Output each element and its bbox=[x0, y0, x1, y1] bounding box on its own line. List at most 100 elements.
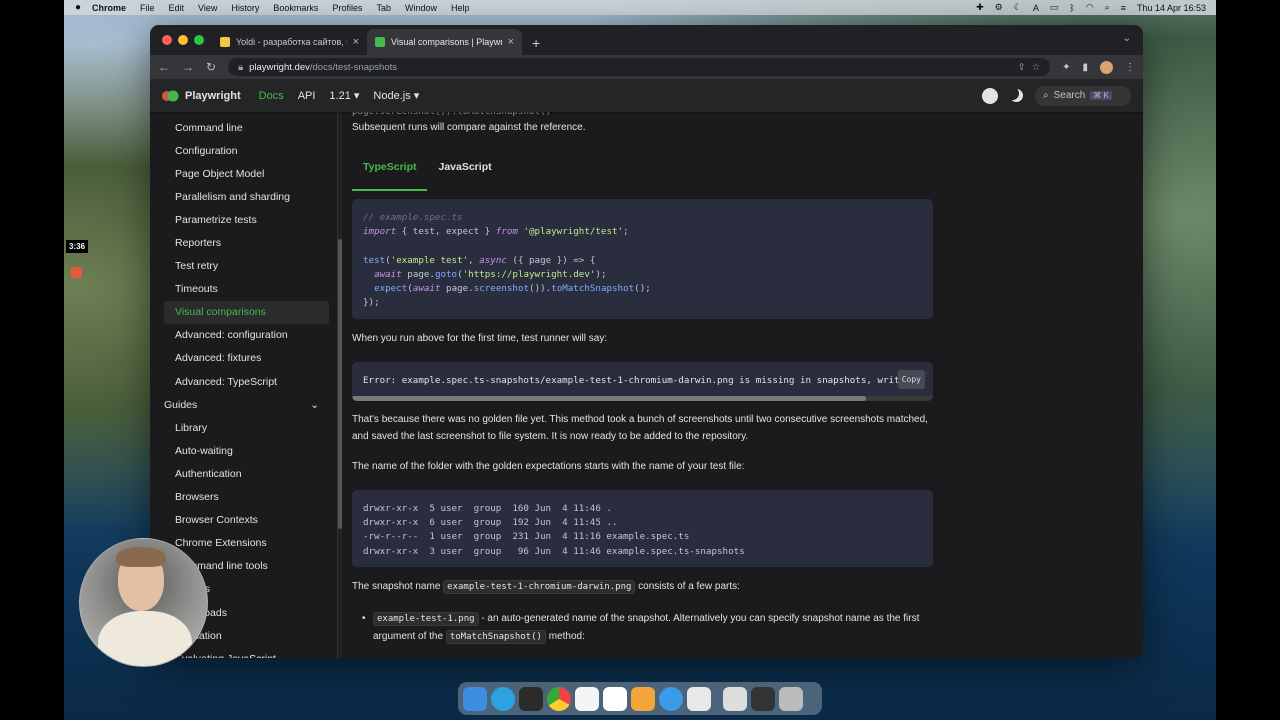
menubar-clock[interactable]: Thu 14 Apr 16:53 bbox=[1137, 3, 1206, 13]
sidebar-item[interactable]: Test retry bbox=[150, 255, 337, 278]
extension-icon[interactable]: ✚ bbox=[976, 2, 984, 13]
copy-button[interactable]: Copy bbox=[897, 370, 925, 389]
folder-name-paragraph: The name of the folder with the golden e… bbox=[352, 461, 745, 472]
version-dropdown[interactable]: 1.21 ▾ bbox=[329, 89, 359, 102]
dark-mode-toggle-icon[interactable] bbox=[1010, 89, 1023, 102]
sidebar-item-label: Browser Contexts bbox=[175, 514, 258, 527]
keyboard-layout-icon[interactable]: A bbox=[1033, 3, 1039, 13]
sidebar-item[interactable]: Advanced: configuration bbox=[150, 324, 337, 347]
directory-listing-code-block[interactable]: drwxr-xr-x 5 user group 160 Jun 4 11:46 … bbox=[352, 490, 933, 567]
documents-folder-icon[interactable] bbox=[723, 686, 747, 711]
sidebar-item[interactable]: Configuration bbox=[150, 139, 337, 162]
sidebar-item[interactable]: Auto-waiting bbox=[150, 439, 337, 462]
typescript-code-block[interactable]: // example.spec.ts import { test, expect … bbox=[352, 199, 933, 319]
sidebar-item[interactable]: Browser Contexts bbox=[150, 509, 337, 532]
share-icon[interactable]: ⇪ bbox=[1018, 62, 1026, 73]
sidebar-item[interactable]: Authentication bbox=[150, 462, 337, 485]
wifi-icon[interactable]: ◠ bbox=[1086, 2, 1094, 13]
new-tab-button[interactable]: + bbox=[532, 35, 540, 51]
notion-icon[interactable] bbox=[603, 686, 627, 711]
sidebar-item[interactable]: Timeouts bbox=[150, 278, 337, 301]
webstorm-icon[interactable] bbox=[519, 686, 543, 711]
back-arrow-icon[interactable]: ← bbox=[158, 60, 170, 74]
bookmark-star-icon[interactable]: ☆ bbox=[1032, 62, 1041, 73]
search-button[interactable]: ⌕ Search ⌘ K bbox=[1035, 85, 1131, 106]
menu-bookmarks[interactable]: Bookmarks bbox=[273, 3, 318, 13]
sidebar-item[interactable]: Parallelism and sharding bbox=[150, 185, 337, 208]
battery-icon[interactable]: ▭ bbox=[1050, 2, 1059, 13]
language-dropdown[interactable]: Node.js ▾ bbox=[373, 89, 419, 102]
menu-app-name[interactable]: Chrome bbox=[92, 3, 126, 13]
sidebar-item[interactable]: Browsers bbox=[150, 486, 337, 509]
browser-tab-playwright[interactable]: Visual comparisons | Playwrigh × bbox=[367, 29, 522, 55]
menu-window[interactable]: Window bbox=[405, 3, 437, 13]
close-tab-icon[interactable]: × bbox=[508, 36, 514, 48]
sidebar-item-label: Parametrize tests bbox=[175, 213, 257, 226]
sidebar-item[interactable]: Library bbox=[150, 416, 337, 439]
tab-javascript[interactable]: JavaScript bbox=[427, 150, 502, 191]
mac-dock bbox=[458, 682, 822, 715]
moon-icon[interactable]: ☾ bbox=[1014, 2, 1022, 13]
sidebar-category[interactable]: Guides ⌄ bbox=[150, 393, 337, 416]
github-icon[interactable] bbox=[982, 87, 998, 104]
sidebar-item[interactable]: Advanced: TypeScript bbox=[150, 370, 337, 393]
profile-avatar[interactable] bbox=[1100, 60, 1113, 74]
menu-history[interactable]: History bbox=[231, 3, 259, 13]
spotlight-search-icon[interactable]: ⌕ bbox=[1105, 2, 1110, 13]
control-center-icon[interactable]: ≡ bbox=[1121, 3, 1126, 13]
code-token: goto bbox=[434, 268, 458, 280]
screenshot-icon[interactable] bbox=[751, 686, 775, 711]
close-window-button[interactable] bbox=[162, 35, 172, 45]
sidebar-scrollbar-thumb[interactable] bbox=[338, 239, 342, 529]
forward-arrow-icon[interactable]: → bbox=[182, 60, 194, 74]
menu-view[interactable]: View bbox=[198, 3, 217, 13]
chrome-icon[interactable] bbox=[547, 686, 571, 711]
chevron-down-icon[interactable]: ⌄ bbox=[310, 399, 319, 411]
menu-edit[interactable]: Edit bbox=[169, 3, 185, 13]
sidebar-item[interactable]: Parametrize tests bbox=[150, 208, 337, 231]
reload-icon[interactable]: ↻ bbox=[206, 60, 216, 74]
menu-tab[interactable]: Tab bbox=[376, 3, 391, 13]
horizontal-scrollbar-thumb[interactable] bbox=[352, 396, 866, 401]
sidebar-item[interactable]: Advanced: fixtures bbox=[150, 347, 337, 370]
playwright-logo[interactable]: Playwright bbox=[162, 90, 241, 102]
code-token: page. bbox=[440, 282, 474, 294]
nav-docs-link[interactable]: Docs bbox=[259, 90, 284, 102]
gear-icon[interactable]: ⚙ bbox=[995, 2, 1003, 13]
zoom-window-button[interactable] bbox=[194, 35, 204, 45]
menu-profiles[interactable]: Profiles bbox=[332, 3, 362, 13]
code-line: drwxr-xr-x 5 user group 160 Jun 4 11:46 … bbox=[363, 503, 612, 514]
bluetooth-icon[interactable]: ᛒ bbox=[1069, 3, 1074, 13]
address-bar[interactable]: 🔒︎ playwright.dev/docs/test-snapshots ⇪ … bbox=[228, 58, 1051, 76]
browser-tab-yoldi[interactable]: Yoldi - разработка сайтов, ма × bbox=[212, 29, 367, 55]
apple-icon[interactable]: ● bbox=[64, 2, 92, 13]
finder-icon[interactable] bbox=[463, 686, 487, 711]
more-menu-icon[interactable]: ⋮ bbox=[1125, 62, 1135, 73]
sidebar-item-label: Configuration bbox=[175, 144, 238, 157]
menu-help[interactable]: Help bbox=[451, 3, 470, 13]
bullet-code: example-test-1.png bbox=[373, 612, 479, 626]
telegram-icon[interactable] bbox=[491, 686, 515, 711]
sidebar-item[interactable]: Reporters bbox=[150, 231, 337, 254]
stop-recording-button[interactable] bbox=[71, 267, 82, 278]
menu-file[interactable]: File bbox=[140, 3, 155, 13]
sidebar-item[interactable]: Command line bbox=[150, 116, 337, 139]
error-code-block[interactable]: Error: example.spec.ts-snapshots/example… bbox=[352, 362, 933, 401]
extensions-puzzle-icon[interactable]: ✦ bbox=[1062, 62, 1070, 73]
close-tab-icon[interactable]: × bbox=[353, 36, 359, 48]
trash-icon[interactable] bbox=[779, 686, 803, 711]
nav-api-link[interactable]: API bbox=[298, 90, 316, 102]
code-line: test('example test', async ({ page }) =>… bbox=[363, 252, 922, 266]
tab-typescript[interactable]: TypeScript bbox=[352, 150, 428, 191]
sidebar-item[interactable]: Visual comparisons bbox=[164, 300, 329, 324]
horizontal-scrollbar[interactable] bbox=[352, 396, 933, 401]
sidebar-item[interactable]: Page Object Model bbox=[150, 162, 337, 185]
reminders-icon[interactable] bbox=[575, 686, 599, 711]
safari-icon[interactable] bbox=[659, 686, 683, 711]
sidebar-icon[interactable]: ▮ bbox=[1082, 62, 1088, 73]
minimize-window-button[interactable] bbox=[178, 35, 188, 45]
code-line: drwxr-xr-x 6 user group 192 Jun 4 11:45 … bbox=[363, 517, 618, 529]
tab-search-chevron-icon[interactable]: ⌄ bbox=[1123, 33, 1131, 44]
tasks-icon[interactable] bbox=[687, 686, 711, 711]
sublime-text-icon[interactable] bbox=[631, 686, 655, 711]
